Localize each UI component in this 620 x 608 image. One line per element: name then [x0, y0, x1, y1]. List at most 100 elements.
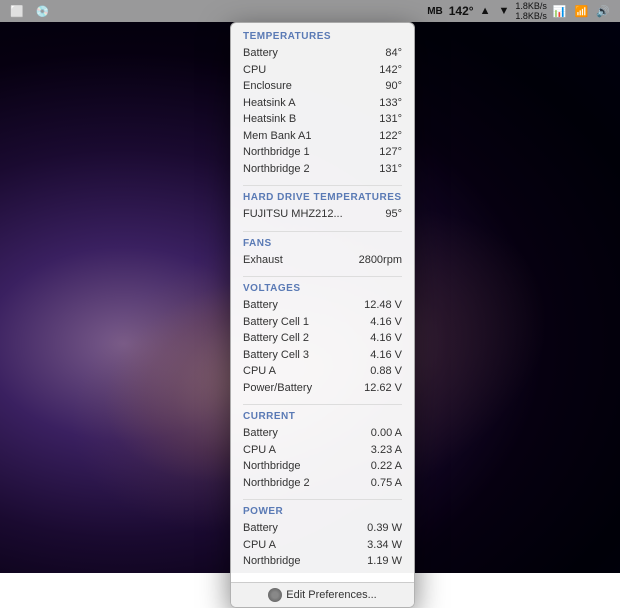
menubar-volume-icon: 🔊: [594, 5, 612, 18]
row-value: 131°: [379, 111, 402, 128]
row-label: Heatsink A: [243, 95, 296, 112]
row-label: Northbridge: [243, 458, 300, 475]
row-value: 12.62 V: [364, 380, 402, 397]
section-header-power: POWER: [243, 506, 402, 517]
row-value: 2800rpm: [359, 252, 402, 269]
section-header-temperatures: TEMPERATURES: [243, 31, 402, 42]
row-label: FUJITSU MHZ212...: [243, 206, 343, 223]
table-row: Battery Cell 1 4.16 V: [243, 314, 402, 331]
row-value: 127°: [379, 144, 402, 161]
edit-preferences-label: Edit Preferences...: [286, 589, 377, 601]
panel-content: TEMPERATURES Battery 84° CPU 142° Enclosure 90…: [231, 23, 414, 582]
row-value: 4.16 V: [370, 347, 402, 364]
table-row: FUJITSU MHZ212... 95°: [243, 206, 402, 223]
menubar-stat1-icon: ▲: [478, 5, 493, 17]
row-value: 12.48 V: [364, 297, 402, 314]
table-row: CPU A3.23 A: [243, 442, 402, 459]
section-divider: [243, 499, 402, 500]
menubar-wifi-icon: 📶: [573, 5, 591, 18]
table-row: Northbridge 2 0.75 A: [243, 475, 402, 492]
row-label: CPU: [243, 62, 266, 79]
row-label: CPU A: [243, 537, 276, 554]
table-row: Northbridge 1 127°: [243, 144, 402, 161]
row-label: Power/Battery: [243, 380, 312, 397]
table-row: CPU 142°: [243, 62, 402, 79]
row-label: Battery Cell 2: [243, 330, 309, 347]
row-value: 3.34 W: [367, 537, 402, 554]
row-label: CPU A: [243, 442, 276, 459]
table-row: Battery Cell 3 4.16 V: [243, 347, 402, 364]
menubar-disc-icon: 💿: [34, 5, 52, 18]
section-hard-drive-temperatures: HARD DRIVE TEMPERATURES FUJITSU MHZ212...…: [243, 185, 402, 223]
row-value: 0.00 A: [371, 425, 402, 442]
row-value: 122°: [379, 128, 402, 145]
menubar-chart-icon: 📊: [551, 5, 569, 18]
section-header-current: CURRENT: [243, 411, 402, 422]
section-divider: [243, 404, 402, 405]
menubar-stat2-icon: ▼: [496, 5, 511, 17]
menubar-mb-icon: MB: [425, 6, 445, 17]
menubar-network-speed: 1.8KB/s1.8KB/s: [515, 1, 547, 21]
menubar-window-icon: ⬜: [8, 5, 26, 18]
table-row: CPU A 0.88 V: [243, 363, 402, 380]
table-row: CPU A 3.34 W: [243, 537, 402, 554]
row-label: Battery Cell 1: [243, 314, 309, 331]
row-label: Northbridge 1: [243, 144, 310, 161]
section-power: POWERBattery0.39 WCPU A3.34 WNorthbridge…: [243, 499, 402, 570]
section-divider: [243, 185, 402, 186]
table-row: Northbridge 1.19 W: [243, 553, 402, 570]
row-label: Northbridge 2: [243, 161, 310, 178]
row-value: 0.88 V: [370, 363, 402, 380]
row-label: Heatsink B: [243, 111, 296, 128]
row-value: 84°: [385, 45, 402, 62]
row-value: 0.39 W: [367, 520, 402, 537]
table-row: Battery 12.48 V: [243, 297, 402, 314]
table-row: Northbridge 2 131°: [243, 161, 402, 178]
row-label: Mem Bank A1: [243, 128, 311, 145]
row-label: CPU A: [243, 363, 276, 380]
row-value: 0.22 A: [371, 458, 402, 475]
row-label: Battery: [243, 45, 278, 62]
table-row: Battery 0.39 W: [243, 520, 402, 537]
table-row: Battery Cell 2 4.16 V: [243, 330, 402, 347]
row-label: Northbridge: [243, 553, 300, 570]
row-value: 131°: [379, 161, 402, 178]
table-row: Battery 84°: [243, 45, 402, 62]
edit-preferences-button[interactable]: Edit Preferences...: [231, 582, 414, 607]
section-header-hard-drive-temperatures: HARD DRIVE TEMPERATURES: [243, 192, 402, 203]
row-label: Enclosure: [243, 78, 292, 95]
row-label: Battery Cell 3: [243, 347, 309, 364]
temp-value: 142°: [449, 4, 474, 18]
row-value: 4.16 V: [370, 314, 402, 331]
section-divider: [243, 276, 402, 277]
section-fans: FANS Exhaust 2800rpm: [243, 231, 402, 269]
section-divider: [243, 231, 402, 232]
table-row: Mem Bank A1 122°: [243, 128, 402, 145]
row-value: 0.75 A: [371, 475, 402, 492]
row-value: 95°: [385, 206, 402, 223]
table-row: Battery0.00 A: [243, 425, 402, 442]
preferences-gear-icon: [268, 588, 282, 602]
section-current: CURRENTBattery0.00 ACPU A3.23 ANorthbrid…: [243, 404, 402, 491]
row-value: 4.16 V: [370, 330, 402, 347]
section-header-voltages: VOLTAGES: [243, 283, 402, 294]
table-row: Power/Battery 12.62 V: [243, 380, 402, 397]
section-temperatures: TEMPERATURES Battery 84° CPU 142° Enclosure 90…: [243, 31, 402, 177]
row-label: Battery: [243, 297, 278, 314]
row-label: Exhaust: [243, 252, 283, 269]
menubar: ⬜ 💿 MB 142° ▲ ▼ 1.8KB/s1.8KB/s 📊 📶 🔊: [0, 0, 620, 22]
row-value: 90°: [385, 78, 402, 95]
menubar-temperature[interactable]: 142°: [449, 4, 474, 18]
section-header-fans: FANS: [243, 238, 402, 249]
table-row: Heatsink B 131°: [243, 111, 402, 128]
section-voltages: VOLTAGES Battery 12.48 V Battery Cell 1 4.16…: [243, 276, 402, 396]
row-label: Northbridge 2: [243, 475, 310, 492]
row-value: 1.19 W: [367, 553, 402, 570]
table-row: Exhaust 2800rpm: [243, 252, 402, 269]
row-value: 133°: [379, 95, 402, 112]
menubar-right-icons: MB 142° ▲ ▼ 1.8KB/s1.8KB/s 📊 📶 🔊: [425, 1, 612, 21]
table-row: Enclosure 90°: [243, 78, 402, 95]
row-label: Battery: [243, 520, 278, 537]
stats-dropdown-panel: TEMPERATURES Battery 84° CPU 142° Enclosure 90…: [230, 22, 415, 608]
row-value: 142°: [379, 62, 402, 79]
